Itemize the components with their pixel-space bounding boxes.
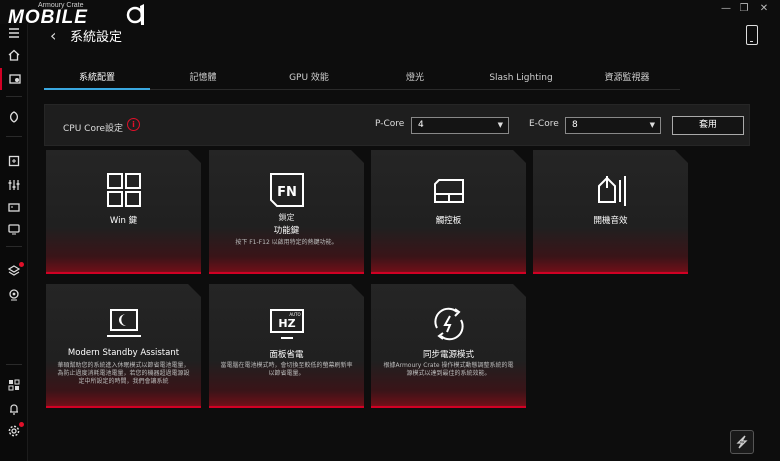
ecore-select[interactable]: 8 ▼ — [565, 117, 661, 134]
webcam-icon[interactable] — [0, 284, 28, 306]
card-subtitle: 功能鍵 — [273, 226, 300, 236]
boot-sound-icon — [597, 176, 626, 206]
aura-icon[interactable] — [0, 106, 28, 128]
card-title: Modern Standby Assistant — [67, 348, 180, 358]
card-title: 面板省電 — [269, 350, 304, 360]
fn-lock-card[interactable]: FN 鎖定 功能鍵 按下 F1-F12 以啟用特定的熱鍵功能。 — [209, 150, 364, 274]
tab-gpu-performance[interactable]: GPU 效能 — [256, 68, 362, 89]
svg-text:AUTO: AUTO — [289, 312, 300, 317]
boot-sound-card[interactable]: 開機音效 — [533, 150, 688, 274]
menu-icon[interactable] — [0, 22, 28, 44]
page-title: 系統設定 — [70, 30, 123, 45]
svg-text:HZ: HZ — [278, 317, 295, 330]
card-title: 同步電源模式 — [422, 350, 474, 360]
sync-power-mode-card[interactable]: 同步電源模式 根據Armoury Crate 操作模式動態調整系統的電源模式以達… — [371, 284, 526, 408]
monitor-icon[interactable] — [0, 218, 28, 240]
app-brand: Armoury Crate MOBILE — [8, 0, 148, 28]
device-icon[interactable] — [0, 196, 28, 218]
panel-power-saver-icon: HZ AUTO — [269, 309, 304, 339]
apps-icon[interactable] — [0, 374, 28, 396]
sync-power-mode-icon — [433, 307, 464, 341]
card-description: 根據Armoury Crate 操作模式動態調整系統的電源模式以達到最佳的系統效… — [383, 362, 514, 377]
modern-standby-icon — [106, 309, 141, 337]
touchpad-icon — [433, 179, 464, 203]
cpu-core-config-bar: CPU Core設定 i P-Core 4 ▼ E-Core 8 ▼ 套用 — [44, 104, 750, 146]
fn-key-icon: FN — [269, 173, 304, 207]
pcore-value: 4 — [418, 120, 424, 130]
win-key-card[interactable]: Win 鍵 — [46, 150, 201, 274]
rog-badge-icon — [126, 4, 144, 25]
tab-bar: 系統配置 記憶體 GPU 效能 燈光 Slash Lighting 資源監視器 — [44, 68, 680, 90]
card-title: 鎖定 — [278, 213, 295, 222]
settings-gear-icon[interactable] — [0, 420, 28, 442]
pcore-select[interactable]: 4 ▼ — [411, 117, 509, 134]
system-settings-icon[interactable] — [0, 68, 28, 90]
restore-button[interactable]: ❐ — [736, 3, 752, 14]
touchpad-card[interactable]: 觸控板 — [371, 150, 526, 274]
tab-system-config[interactable]: 系統配置 — [44, 68, 150, 90]
notification-icon[interactable] — [0, 398, 28, 420]
card-title: 觸控板 — [435, 216, 462, 226]
sidebar — [0, 24, 28, 461]
card-description: 按下 F1-F12 以啟用特定的熱鍵功能。 — [235, 239, 338, 246]
ecore-label: E-Core — [529, 119, 559, 129]
svg-text:FN: FN — [277, 185, 297, 200]
equalizer-icon[interactable] — [0, 174, 28, 196]
phone-icon[interactable] — [746, 25, 758, 45]
tab-resource-monitor[interactable]: 資源監視器 — [574, 68, 680, 89]
modern-standby-card[interactable]: Modern Standby Assistant 華碩幫助您的系統進入休眠模式以… — [46, 284, 201, 408]
chevron-down-icon: ▼ — [649, 121, 655, 129]
slash-lighting-button[interactable] — [730, 430, 754, 454]
card-description: 當電腦在電池模式時，會切換至較低的螢幕刷新率以節省電量。 — [220, 362, 353, 377]
layers-icon[interactable] — [0, 260, 28, 282]
minimize-button[interactable]: — — [718, 3, 734, 14]
apply-button[interactable]: 套用 — [672, 116, 744, 135]
tab-memory[interactable]: 記憶體 — [150, 68, 256, 89]
pcore-label: P-Core — [375, 119, 405, 129]
ecore-value: 8 — [572, 120, 578, 130]
card-title: 開機音效 — [593, 216, 628, 226]
tab-slash-lighting[interactable]: Slash Lighting — [468, 68, 574, 89]
back-button[interactable]: ‹ — [50, 26, 56, 45]
panel-power-saver-card[interactable]: HZ AUTO 面板省電 當電腦在電池模式時，會切換至較低的螢幕刷新率以節省電量… — [209, 284, 364, 408]
card-title: Win 鍵 — [109, 216, 138, 226]
scenario-icon[interactable] — [0, 150, 28, 172]
home-icon[interactable] — [0, 44, 28, 66]
info-icon[interactable]: i — [127, 118, 140, 131]
windows-grid-icon — [106, 173, 141, 207]
cpu-core-label: CPU Core設定 — [63, 124, 123, 134]
card-description: 華碩幫助您的系統進入休眠模式以節省電池電量，為防止過度消耗電池電量，若您的機器超… — [57, 362, 190, 385]
slash-icon — [736, 435, 748, 449]
chevron-down-icon: ▼ — [497, 121, 503, 129]
tab-lighting[interactable]: 燈光 — [362, 68, 468, 89]
close-button[interactable]: ✕ — [756, 3, 772, 14]
